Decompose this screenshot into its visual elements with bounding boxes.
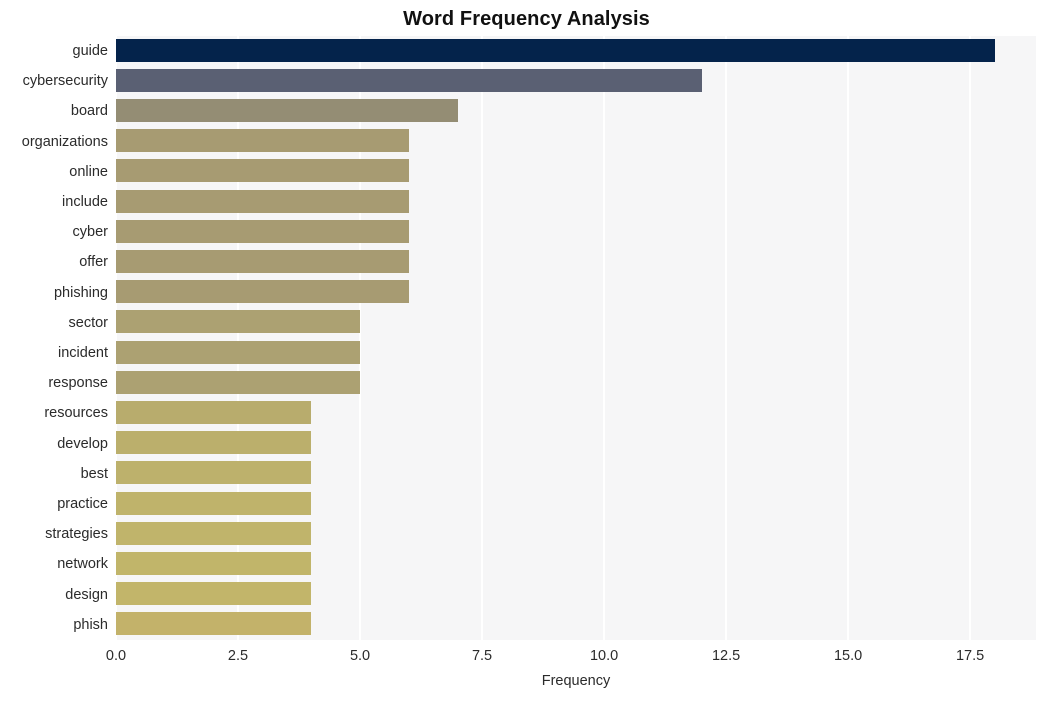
bar-sector[interactable] bbox=[116, 310, 361, 334]
bar-row[interactable] bbox=[116, 127, 1036, 157]
bars-layer bbox=[116, 36, 1036, 640]
bar-response[interactable] bbox=[116, 370, 361, 394]
bar-row[interactable] bbox=[116, 368, 1036, 398]
bar-phish[interactable] bbox=[116, 612, 312, 636]
y-tick-label-guide: guide bbox=[72, 43, 108, 59]
y-tick-label-network: network bbox=[57, 556, 108, 573]
x-tick-label-5.0: 5.0 bbox=[349, 648, 371, 664]
bar-network[interactable] bbox=[116, 551, 312, 575]
bar-online[interactable] bbox=[116, 159, 409, 183]
bar-row[interactable] bbox=[116, 308, 1036, 338]
y-tick-label-cyber: cyber bbox=[72, 224, 108, 241]
bar-cyber[interactable] bbox=[116, 219, 409, 243]
bar-row[interactable] bbox=[116, 398, 1036, 428]
y-tick-label-include: include bbox=[62, 194, 108, 210]
bar-offer[interactable] bbox=[116, 249, 409, 273]
y-tick-label-best: best bbox=[80, 465, 108, 482]
x-tick-label-12.5: 12.5 bbox=[711, 648, 741, 664]
bar-design[interactable] bbox=[116, 582, 312, 606]
x-tick-label-2.5: 2.5 bbox=[227, 648, 249, 664]
y-tick-label-practice: practice bbox=[57, 496, 108, 512]
x-axis-tick-labels: 0.0 2.5 5.0 7.5 10.0 12.5 15.0 17.5 bbox=[106, 640, 1036, 670]
bar-row[interactable] bbox=[116, 66, 1036, 96]
chart-figure: Word Frequency Analysis guide cybersecuri… bbox=[0, 0, 1053, 701]
x-tick-label-7.5: 7.5 bbox=[471, 648, 493, 664]
bar-row[interactable] bbox=[116, 519, 1036, 549]
bar-row[interactable] bbox=[116, 187, 1036, 217]
y-tick-label-design: design bbox=[65, 586, 108, 603]
y-tick-label-resources: resources bbox=[44, 405, 108, 422]
bar-row[interactable] bbox=[116, 96, 1036, 126]
bar-incident[interactable] bbox=[116, 340, 361, 364]
x-tick-label-15.0: 15.0 bbox=[833, 648, 863, 664]
x-tick-label-10.0: 10.0 bbox=[589, 648, 619, 664]
y-axis-tick-labels: guide cybersecurity board organizations onli… bbox=[0, 36, 108, 640]
x-tick-label-17.5: 17.5 bbox=[955, 648, 985, 664]
bar-row[interactable] bbox=[116, 217, 1036, 247]
bar-row[interactable] bbox=[116, 489, 1036, 519]
y-tick-label-sector: sector bbox=[68, 314, 109, 331]
bar-board[interactable] bbox=[116, 98, 458, 122]
plot-area bbox=[115, 36, 1036, 640]
bar-organizations[interactable] bbox=[116, 129, 409, 153]
y-tick-label-phish: phish bbox=[73, 616, 108, 633]
y-tick-label-response: response bbox=[48, 375, 108, 392]
y-tick-label-strategies: strategies bbox=[45, 526, 108, 543]
x-axis-label: Frequency bbox=[541, 673, 611, 689]
bar-row[interactable] bbox=[116, 549, 1036, 579]
bar-row[interactable] bbox=[116, 157, 1036, 187]
chart-title: Word Frequency Analysis bbox=[403, 8, 650, 30]
bar-develop[interactable] bbox=[116, 431, 312, 455]
bar-row[interactable] bbox=[116, 459, 1036, 489]
bar-best[interactable] bbox=[116, 461, 312, 485]
y-tick-label-board: board bbox=[70, 103, 108, 120]
y-tick-label-cybersecurity: cybersecurity bbox=[22, 73, 108, 90]
y-tick-label-incident: incident bbox=[58, 345, 108, 361]
bar-phishing[interactable] bbox=[116, 280, 409, 304]
bar-row[interactable] bbox=[116, 580, 1036, 610]
bar-cybersecurity[interactable] bbox=[116, 68, 702, 92]
y-tick-label-develop: develop bbox=[57, 435, 108, 452]
bar-row[interactable] bbox=[116, 338, 1036, 368]
bar-row[interactable] bbox=[116, 610, 1036, 640]
bar-guide[interactable] bbox=[116, 38, 995, 62]
x-tick-label-0.0: 0.0 bbox=[105, 648, 127, 664]
y-tick-label-offer: offer bbox=[79, 254, 108, 271]
y-tick-label-organizations: organizations bbox=[21, 133, 108, 150]
y-tick-label-phishing: phishing bbox=[53, 284, 108, 301]
bar-strategies[interactable] bbox=[116, 521, 312, 545]
bar-row[interactable] bbox=[116, 36, 1036, 66]
bar-row[interactable] bbox=[116, 429, 1036, 459]
bar-row[interactable] bbox=[116, 247, 1036, 277]
bar-resources[interactable] bbox=[116, 400, 312, 424]
bar-row[interactable] bbox=[116, 278, 1036, 308]
y-tick-label-online: online bbox=[69, 163, 108, 180]
bar-include[interactable] bbox=[116, 189, 409, 213]
bar-practice[interactable] bbox=[116, 491, 312, 515]
